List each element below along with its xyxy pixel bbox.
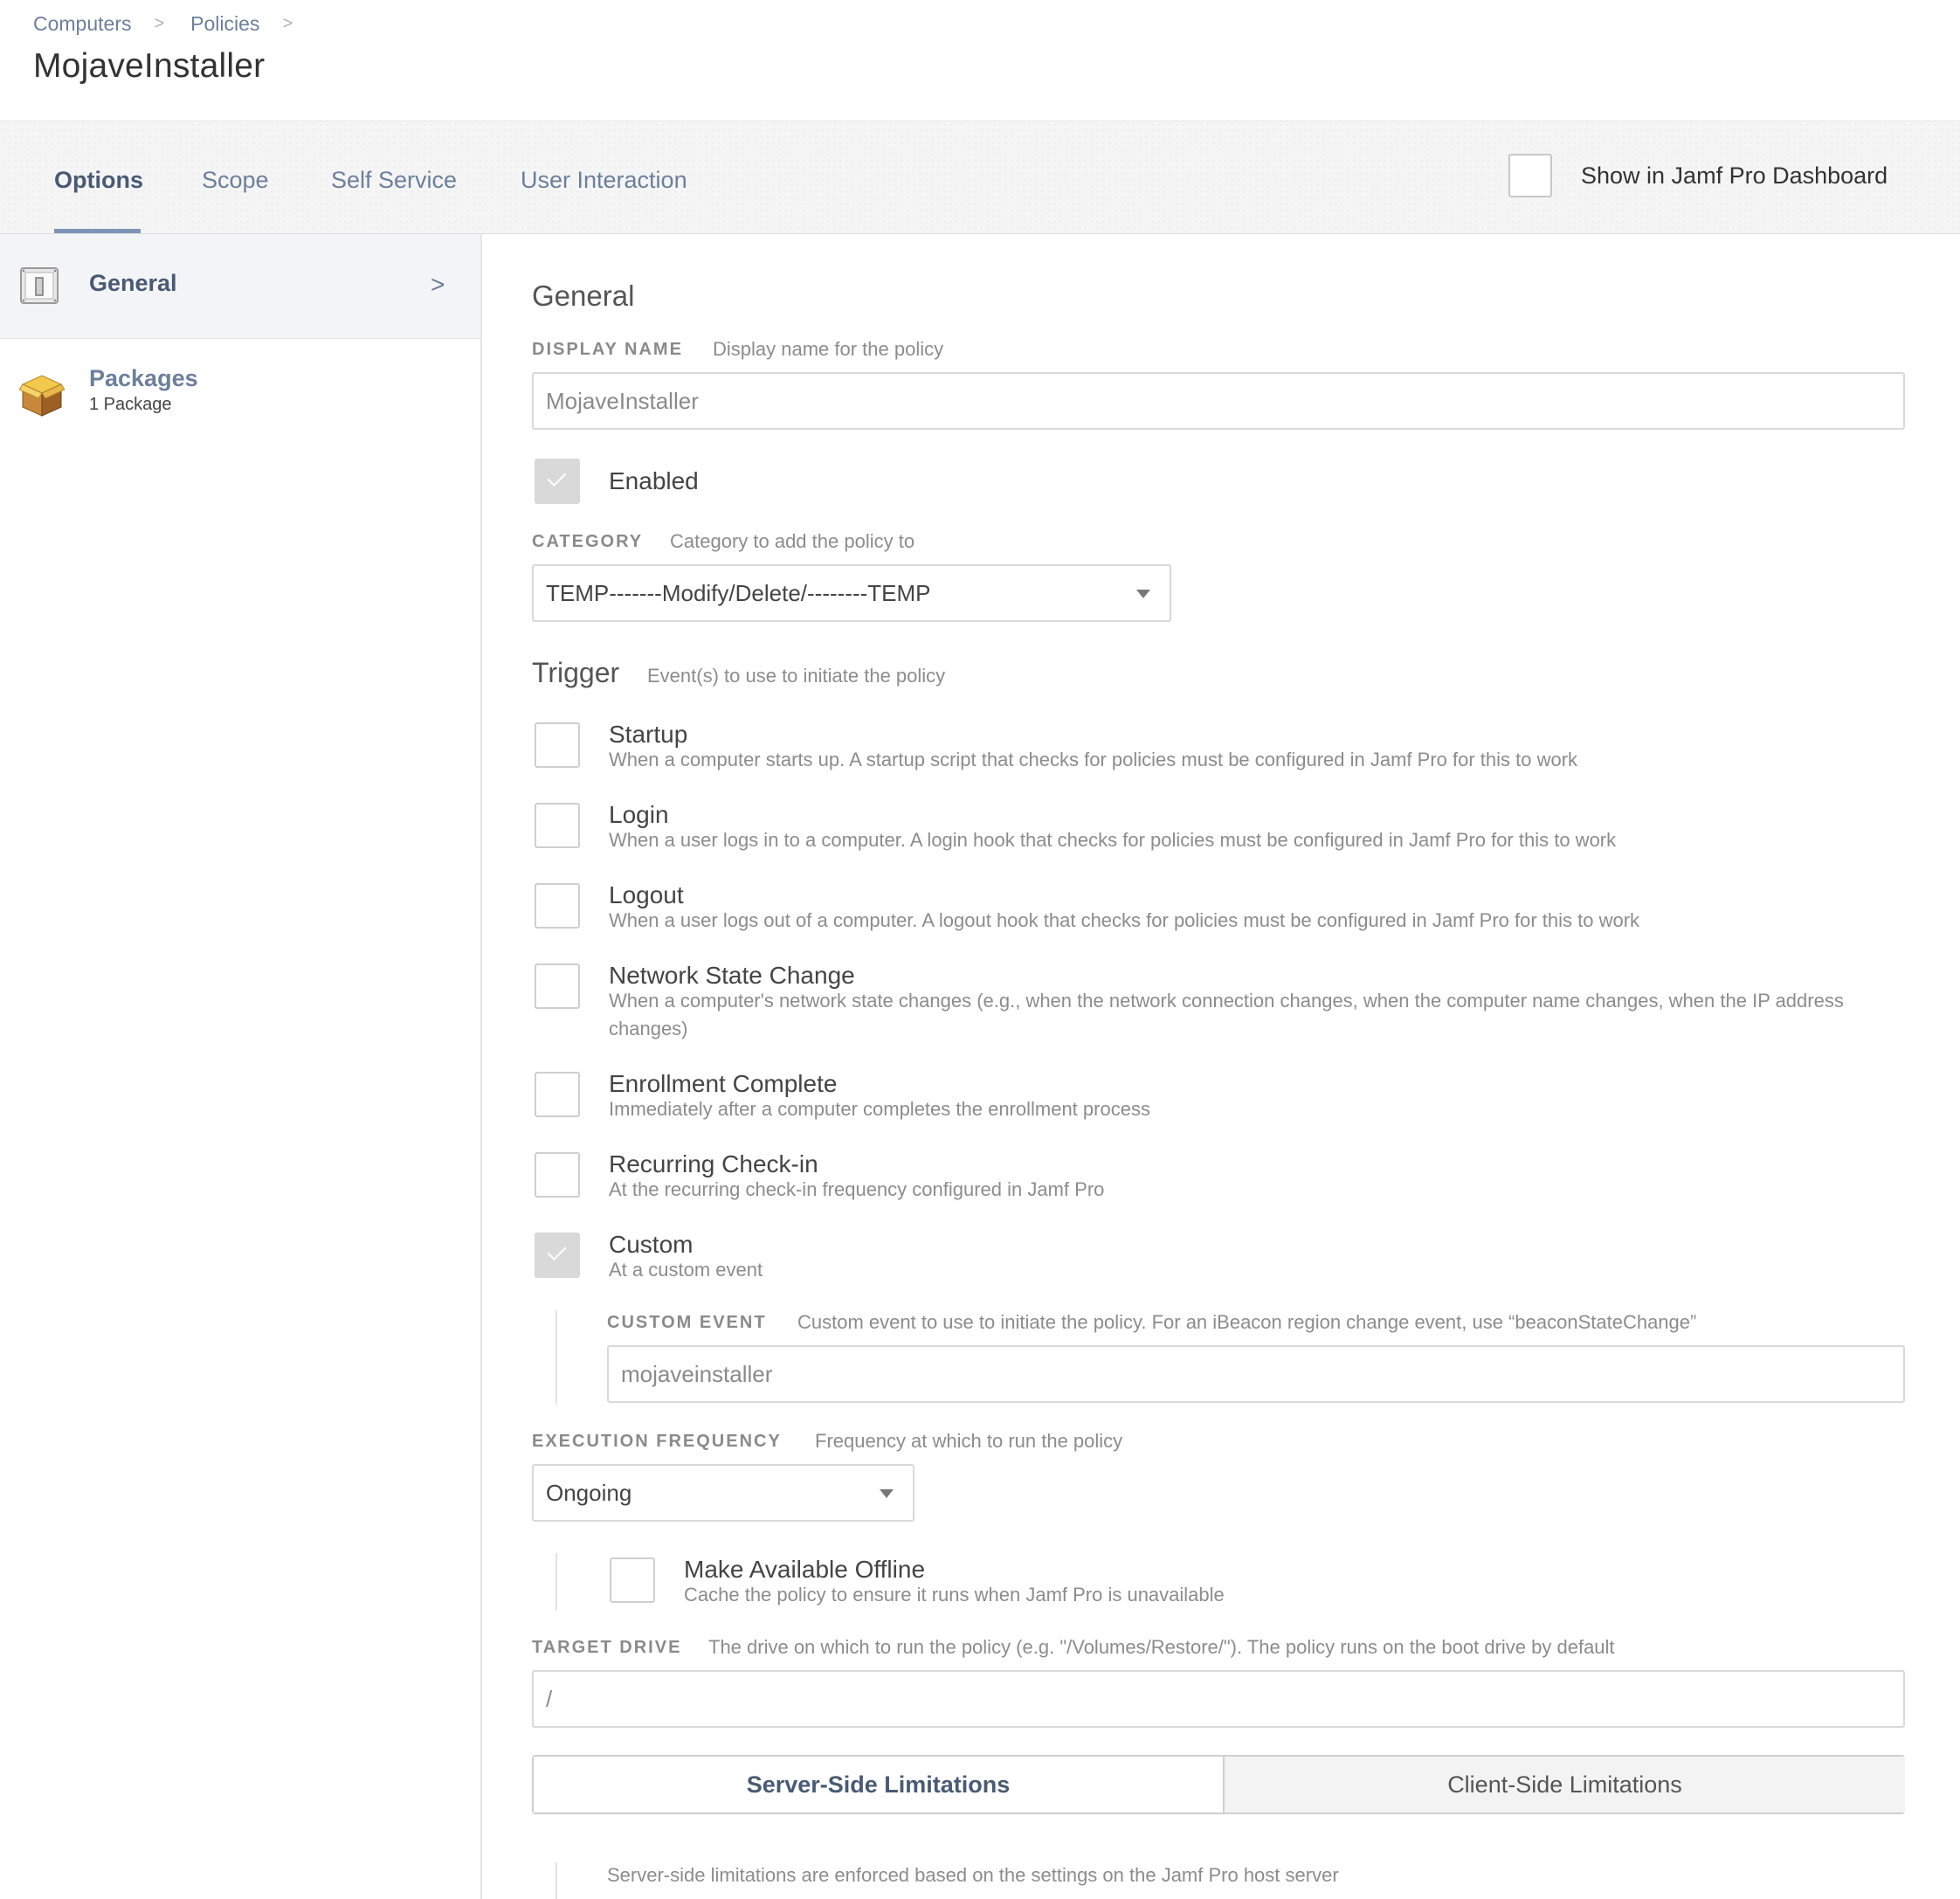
enabled-label: Enabled	[609, 467, 699, 494]
general-settings-icon	[20, 267, 59, 304]
custom-event-description: Custom event to use to initiate the poli…	[797, 1311, 1697, 1333]
trigger-recurring-title: Recurring Check-in	[609, 1150, 818, 1177]
make-offline-checkbox[interactable]	[610, 1557, 655, 1603]
offline-indent-bar	[556, 1553, 557, 1611]
display-name-input[interactable]: MojaveInstaller	[532, 372, 1905, 430]
general-section-title: General	[532, 280, 635, 312]
chevron-right-icon: >	[431, 271, 445, 298]
target-drive-description: The drive on which to run the policy (e.…	[708, 1636, 1615, 1658]
breadcrumb-separator-icon: >	[282, 14, 293, 33]
server-note-indent-bar	[556, 1862, 557, 1899]
category-selected-value: TEMP-------Modify/Delete/--------TEMP	[546, 580, 931, 606]
execution-frequency-description: Frequency at which to run the policy	[815, 1430, 1123, 1452]
trigger-enrollment-checkbox[interactable]	[535, 1072, 580, 1117]
make-offline-title: Make Available Offline	[684, 1556, 926, 1583]
dropdown-caret-icon	[1136, 590, 1150, 598]
trigger-custom-desc: At a custom event	[609, 1259, 763, 1281]
execution-frequency-label: EXECUTION FREQUENCY	[532, 1432, 782, 1451]
trigger-title: Trigger	[532, 657, 620, 688]
tab-user-interaction[interactable]: User Interaction	[521, 167, 687, 194]
target-drive-label: TARGET DRIVE	[532, 1638, 682, 1657]
breadcrumb: Computers > Policies >	[33, 12, 319, 36]
limitations-segmented-control: Server-Side Limitations Client-Side Limi…	[532, 1755, 1905, 1814]
trigger-logout-checkbox[interactable]	[535, 883, 580, 929]
trigger-enrollment-title: Enrollment Complete	[609, 1070, 838, 1097]
trigger-enrollment-desc: Immediately after a computer completes t…	[609, 1098, 1150, 1120]
client-side-limitations-tab[interactable]: Client-Side Limitations	[1225, 1757, 1905, 1813]
make-offline-desc: Cache the policy to ensure it runs when …	[684, 1584, 1225, 1606]
execution-frequency-select[interactable]: Ongoing	[532, 1464, 914, 1522]
trigger-custom-checkbox[interactable]	[535, 1233, 580, 1278]
tab-self-service[interactable]: Self Service	[331, 167, 457, 194]
sidebar-item-packages-label[interactable]: Packages	[89, 365, 198, 392]
sidebar-item-label: General	[89, 270, 177, 296]
page-title: MojaveInstaller	[33, 47, 266, 85]
execution-frequency-selected-value: Ongoing	[546, 1480, 632, 1506]
category-select[interactable]: TEMP-------Modify/Delete/--------TEMP	[532, 564, 1171, 622]
sidebar-item-packages[interactable]	[0, 339, 480, 426]
dashboard-checkbox[interactable]	[1508, 154, 1552, 197]
trigger-logout-desc: When a user logs out of a computer. A lo…	[609, 909, 1640, 931]
display-name-description: Display name for the policy	[713, 338, 944, 360]
breadcrumb-computers[interactable]: Computers	[33, 12, 131, 36]
package-box-icon	[19, 375, 65, 417]
trigger-recurring-checkbox[interactable]	[535, 1152, 580, 1198]
dropdown-caret-icon	[880, 1489, 894, 1498]
trigger-network-state-checkbox[interactable]	[535, 963, 580, 1009]
server-side-limitations-tab[interactable]: Server-Side Limitations	[534, 1757, 1225, 1813]
tab-scope[interactable]: Scope	[202, 167, 269, 194]
server-side-note: Server-side limitations are enforced bas…	[607, 1864, 1339, 1886]
trigger-description: Event(s) to use to initiate the policy	[647, 665, 946, 687]
trigger-network-state-title: Network State Change	[609, 962, 855, 989]
dashboard-label: Show in Jamf Pro Dashboard	[1581, 162, 1888, 189]
sidebar: General > Packages 1 Package	[0, 234, 482, 1899]
trigger-logout-title: Logout	[609, 881, 684, 908]
category-label: CATEGORY	[532, 532, 644, 551]
sidebar-item-packages-count: 1 Package	[89, 395, 172, 414]
trigger-custom-title: Custom	[609, 1231, 694, 1258]
trigger-network-state-desc: When a computer's network state changes …	[609, 990, 1844, 1039]
sidebar-item-general[interactable]: General >	[0, 234, 480, 339]
trigger-startup-checkbox[interactable]	[535, 722, 580, 768]
custom-event-label: CUSTOM EVENT	[607, 1313, 767, 1332]
trigger-login-desc: When a user logs in to a computer. A log…	[609, 829, 1617, 851]
trigger-login-title: Login	[609, 801, 669, 828]
custom-event-input[interactable]: mojaveinstaller	[607, 1345, 1905, 1403]
trigger-login-checkbox[interactable]	[535, 803, 580, 848]
category-description: Category to add the policy to	[670, 530, 915, 552]
display-name-label: DISPLAY NAME	[532, 340, 683, 359]
custom-event-indent-bar	[556, 1310, 557, 1405]
page-header: Computers > Policies > MojaveInstaller	[0, 0, 1960, 121]
trigger-recurring-desc: At the recurring check-in frequency conf…	[609, 1178, 1105, 1200]
tab-options[interactable]: Options	[54, 167, 143, 194]
active-tab-indicator	[54, 229, 141, 233]
trigger-startup-desc: When a computer starts up. A startup scr…	[609, 749, 1578, 770]
breadcrumb-separator-icon: >	[154, 14, 165, 33]
breadcrumb-policies[interactable]: Policies	[190, 12, 259, 36]
target-drive-input[interactable]: /	[532, 1670, 1905, 1728]
trigger-startup-title: Startup	[609, 721, 688, 748]
enabled-checkbox[interactable]	[535, 459, 580, 504]
